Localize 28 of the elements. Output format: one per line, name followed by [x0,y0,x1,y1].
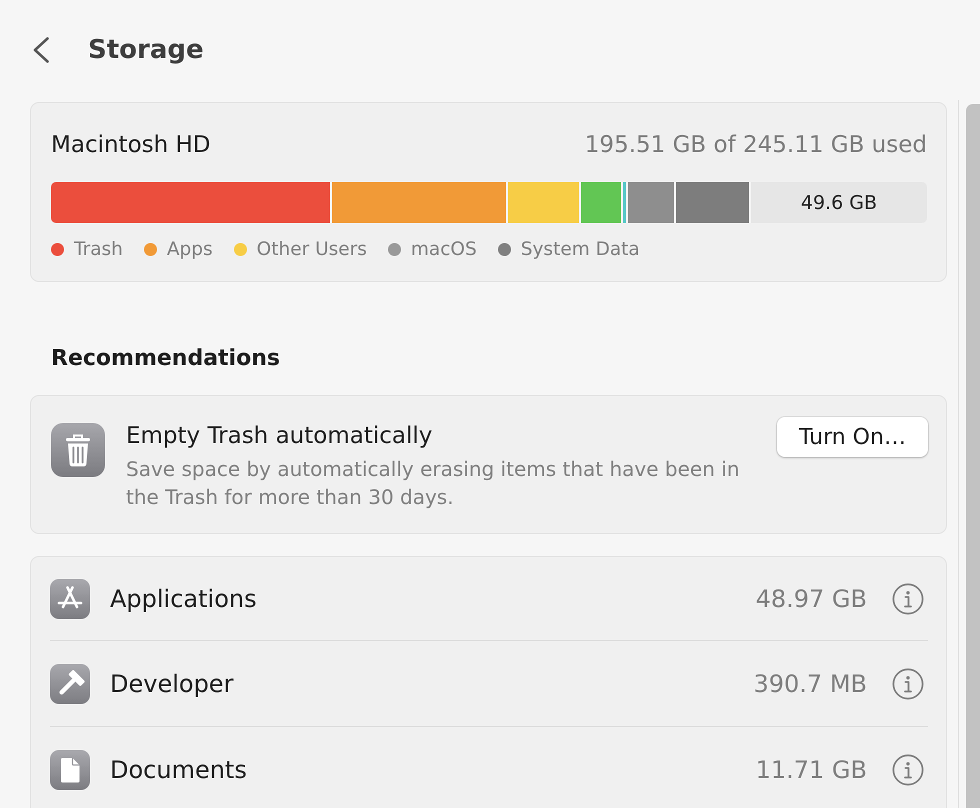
category-size: 48.97 GB [756,584,867,612]
hammer-icon [50,664,90,704]
disk-name: Macintosh HD [51,132,211,158]
legend-label: macOS [410,238,477,260]
category-name: Developer [110,670,234,698]
document-icon [50,750,90,790]
section-heading: Recommendations [51,345,280,373]
app-store-icon [50,578,90,618]
legend-label: System Data [520,238,640,260]
category-name: Documents [110,756,247,784]
info-icon[interactable] [892,582,924,614]
category-size: 11.71 GB [756,756,867,784]
chevron-left-icon[interactable] [32,37,50,63]
info-icon[interactable] [892,668,924,700]
category-name: Applications [110,584,257,612]
legend-label: Other Users [256,238,367,260]
trash-icon [51,423,105,477]
recommendation-title: Empty Trash automatically [126,422,432,450]
page-title: Storage [88,34,204,66]
legend-label: Apps [166,238,213,260]
recommendation-description: Save space by automatically erasing items that have been in the Trash for more than 30 days. [126,456,740,511]
info-icon[interactable] [892,754,924,786]
free-space-label: 49.6 GB [800,192,877,214]
legend-label: Trash [74,238,123,260]
scrollbar-thumb[interactable] [966,104,980,808]
category-size: 390.7 MB [753,670,867,698]
turn-on-button[interactable]: Turn On… [777,417,928,457]
usage-summary: 195.51 GB of 245.11 GB used [584,132,927,158]
